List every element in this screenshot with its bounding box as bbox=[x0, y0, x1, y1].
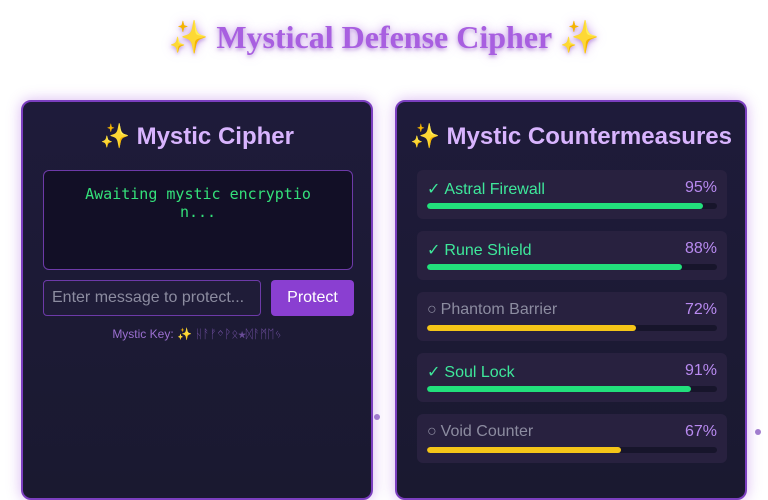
strength-bar bbox=[427, 203, 717, 209]
strength-bar-fill bbox=[427, 203, 703, 209]
countermeasure-name: ✓ Rune Shield bbox=[427, 240, 532, 260]
countermeasure-label: Astral Firewall bbox=[444, 181, 545, 198]
mystic-key-value: ✨ ᚺᚨᚠᛜᚹᛟ★ᛞᚨᛗᛖᛃ bbox=[177, 327, 282, 341]
strength-bar bbox=[427, 325, 717, 331]
countermeasure-label: Phantom Barrier bbox=[440, 301, 558, 318]
cipher-panel-title: ✨ Mystic Cipher bbox=[100, 123, 294, 150]
strength-bar bbox=[427, 264, 717, 270]
check-icon: ✓ bbox=[427, 364, 441, 381]
mystic-key: Mystic Key: ✨ ᚺᚨᚠᛜᚹᛟ★ᛞᚨᛗᛖᛃ bbox=[23, 327, 371, 341]
strength-bar-fill bbox=[427, 447, 621, 453]
strength-bar bbox=[427, 447, 717, 453]
page-title: ✨ Mystical Defense Cipher ✨ bbox=[168, 19, 600, 55]
countermeasure-item: ✓ Astral Firewall 95% bbox=[417, 170, 727, 219]
countermeasure-percent: 95% bbox=[684, 179, 717, 196]
message-input[interactable] bbox=[43, 280, 261, 316]
countermeasure-label: Rune Shield bbox=[444, 242, 532, 259]
countermeasure-name: ○ Void Counter bbox=[427, 423, 533, 441]
countermeasure-item: ○ Void Counter 67% bbox=[417, 414, 727, 463]
countermeasure-item: ○ Phantom Barrier 72% bbox=[417, 292, 727, 341]
countermeasure-name: ✓ Soul Lock bbox=[427, 362, 515, 382]
decorative-particle bbox=[374, 414, 380, 420]
cipher-output: Awaiting mystic encryption... bbox=[43, 170, 353, 270]
countermeasure-percent: 91% bbox=[684, 362, 717, 379]
protect-button[interactable]: Protect bbox=[271, 280, 354, 316]
mystic-key-label: Mystic Key: bbox=[112, 327, 174, 341]
countermeasures-panel: ✨ Mystic Countermeasures ✓ Astral Firewal… bbox=[395, 100, 747, 500]
strength-bar-fill bbox=[427, 264, 682, 270]
strength-bar bbox=[427, 386, 717, 392]
check-icon: ✓ bbox=[427, 181, 441, 198]
circle-icon: ○ bbox=[427, 423, 437, 440]
decorative-particle bbox=[755, 429, 761, 435]
countermeasure-percent: 72% bbox=[684, 301, 717, 318]
strength-bar-fill bbox=[427, 325, 636, 331]
countermeasure-percent: 88% bbox=[684, 240, 717, 257]
check-icon: ✓ bbox=[427, 242, 441, 259]
countermeasure-label: Soul Lock bbox=[444, 364, 515, 381]
countermeasure-item: ✓ Rune Shield 88% bbox=[417, 231, 727, 280]
strength-bar-fill bbox=[427, 386, 691, 392]
countermeasures-panel-title: ✨ Mystic Countermeasures bbox=[410, 123, 732, 150]
countermeasure-label: Void Counter bbox=[440, 423, 534, 440]
countermeasure-name: ○ Phantom Barrier bbox=[427, 301, 557, 319]
countermeasure-item: ✓ Soul Lock 91% bbox=[417, 353, 727, 402]
circle-icon: ○ bbox=[427, 301, 437, 318]
cipher-panel: ✨ Mystic Cipher Awaiting mystic encrypti… bbox=[21, 100, 373, 500]
countermeasure-percent: 67% bbox=[684, 423, 717, 440]
countermeasure-name: ✓ Astral Firewall bbox=[427, 179, 545, 199]
